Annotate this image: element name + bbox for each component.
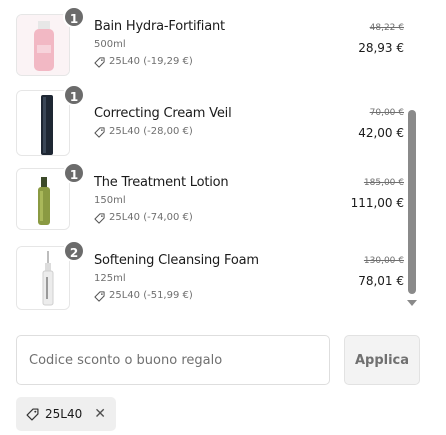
cart-item: 1 The Treatment Lotion 150ml 25L40 (-74,… <box>0 162 410 234</box>
apply-button[interactable]: Applica <box>344 335 420 385</box>
item-discount: 25L40 (-19,29 €) <box>94 55 324 69</box>
discount-text: 25L40 (-19,29 €) <box>109 56 193 67</box>
discount-code-input[interactable] <box>16 335 330 385</box>
discount-text: 25L40 (-51,99 €) <box>109 290 193 301</box>
product-variant: 125ml <box>94 273 126 284</box>
item-discount: 25L40 (-51,99 €) <box>94 289 324 303</box>
original-price: 130,00 € <box>363 256 404 266</box>
item-prices: 70,00 € 42,00 € <box>314 107 404 141</box>
item-info: Bain Hydra-Fortifiant 500ml 25L40 (-19,2… <box>94 18 324 69</box>
cart-items-list[interactable]: 1 Bain Hydra-Fortifiant 500ml 25L40 (-19… <box>0 0 420 320</box>
product-name: Softening Cleansing Foam <box>94 253 259 268</box>
product-image <box>16 246 70 310</box>
product-image <box>16 14 70 76</box>
tag-icon <box>94 126 105 138</box>
discounted-price: 111,00 € <box>350 196 404 210</box>
product-image <box>16 90 70 156</box>
close-icon[interactable]: ✕ <box>94 407 106 421</box>
product-variant: 500ml <box>94 39 126 50</box>
cart-item: 2 Softening Cleansing Foam 125ml 25L40 (… <box>0 240 410 314</box>
original-price: 185,00 € <box>363 178 404 188</box>
cart-item: 1 Bain Hydra-Fortifiant 500ml 25L40 (-19… <box>0 6 410 80</box>
original-price: 70,00 € <box>369 108 404 118</box>
discounted-price: 42,00 € <box>358 126 404 140</box>
original-price: 48,22 € <box>369 23 404 33</box>
tag-icon <box>94 290 105 302</box>
item-discount: 25L40 (-74,00 €) <box>94 211 324 225</box>
item-info: The Treatment Lotion 150ml 25L40 (-74,00… <box>94 174 324 225</box>
discounted-price: 78,01 € <box>358 274 404 288</box>
tag-icon <box>94 56 105 68</box>
discount-text: 25L40 (-28,00 €) <box>109 126 193 137</box>
quantity-badge: 1 <box>63 162 85 184</box>
scrollbar-thumb[interactable] <box>408 110 416 294</box>
applied-discount-tag: 25L40 ✕ <box>16 397 116 431</box>
quantity-badge: 1 <box>63 6 85 28</box>
discount-text: 25L40 (-74,00 €) <box>109 212 193 223</box>
item-info: Softening Cleansing Foam 125ml 25L40 (-5… <box>94 252 324 303</box>
cart-item: 1 Correcting Cream Veil 25L40 (-28,00 €)… <box>0 84 410 158</box>
tag-icon <box>94 212 105 224</box>
product-image <box>16 168 70 230</box>
item-prices: 185,00 € 111,00 € <box>314 177 404 211</box>
chevron-down-icon[interactable] <box>407 300 417 306</box>
item-discount: 25L40 (-28,00 €) <box>94 125 324 139</box>
item-prices: 48,22 € 28,93 € <box>314 22 404 56</box>
item-prices: 130,00 € 78,01 € <box>314 255 404 289</box>
quantity-badge: 2 <box>63 240 85 262</box>
product-name: Correcting Cream Veil <box>94 106 232 121</box>
tag-icon <box>26 407 39 421</box>
product-variant: 150ml <box>94 195 126 206</box>
item-info: Correcting Cream Veil 25L40 (-28,00 €) <box>94 105 324 139</box>
discounted-price: 28,93 € <box>358 41 404 55</box>
quantity-badge: 1 <box>63 84 85 106</box>
applied-code-label: 25L40 <box>45 407 83 421</box>
product-name: The Treatment Lotion <box>94 175 229 190</box>
product-name: Bain Hydra-Fortifiant <box>94 19 225 34</box>
